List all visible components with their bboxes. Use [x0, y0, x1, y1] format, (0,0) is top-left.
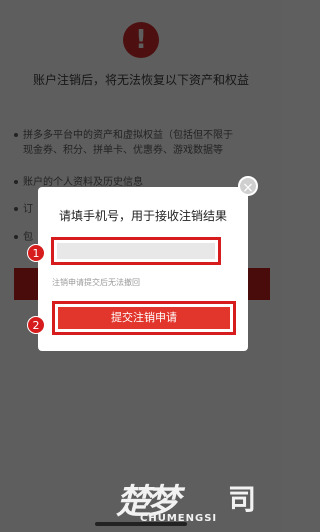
- step-2-badge: 2: [27, 316, 45, 334]
- dialog-title: 请填手机号，用于接收注销结果: [58, 209, 227, 223]
- submit-cancellation-button[interactable]: 提交注销申请: [58, 307, 230, 329]
- bullet-dot: [14, 133, 18, 137]
- bullet-dot: [14, 180, 18, 184]
- irreversible-note: 注销申请提交后无法撤回: [52, 278, 140, 287]
- background-item-orders: 订: [14, 202, 33, 217]
- submit-button-highlight: 提交注销申请: [52, 301, 236, 335]
- step-1-badge: 1: [27, 244, 45, 262]
- bullet-dot: [14, 207, 18, 211]
- phone-dialog: 请填手机号，用于接收注销结果 注销申请提交后无法撤回 提交注销申请: [38, 187, 248, 351]
- background-title: 账户注销后，将无法恢复以下资产和权益: [32, 73, 249, 87]
- close-icon[interactable]: ×: [238, 176, 258, 196]
- watermark-en-text: CHUMENGSI: [140, 513, 218, 524]
- background-item-other: 包: [14, 230, 33, 245]
- phone-input[interactable]: [57, 243, 215, 259]
- background-item-assets: 拼多多平台中的资产和虚拟权益（包括但不限于: [14, 128, 233, 143]
- bullet-dot: [14, 235, 18, 239]
- background-item-assets-cont: 现金券、积分、拼单卡、优惠券、游戏数据等: [23, 145, 223, 156]
- phone-input-highlight: [51, 237, 221, 265]
- watermark-logo: 楚梦 CHUMENGSI 司: [110, 472, 280, 528]
- watermark-right-text: 司: [228, 483, 257, 516]
- warning-icon: !: [123, 22, 159, 58]
